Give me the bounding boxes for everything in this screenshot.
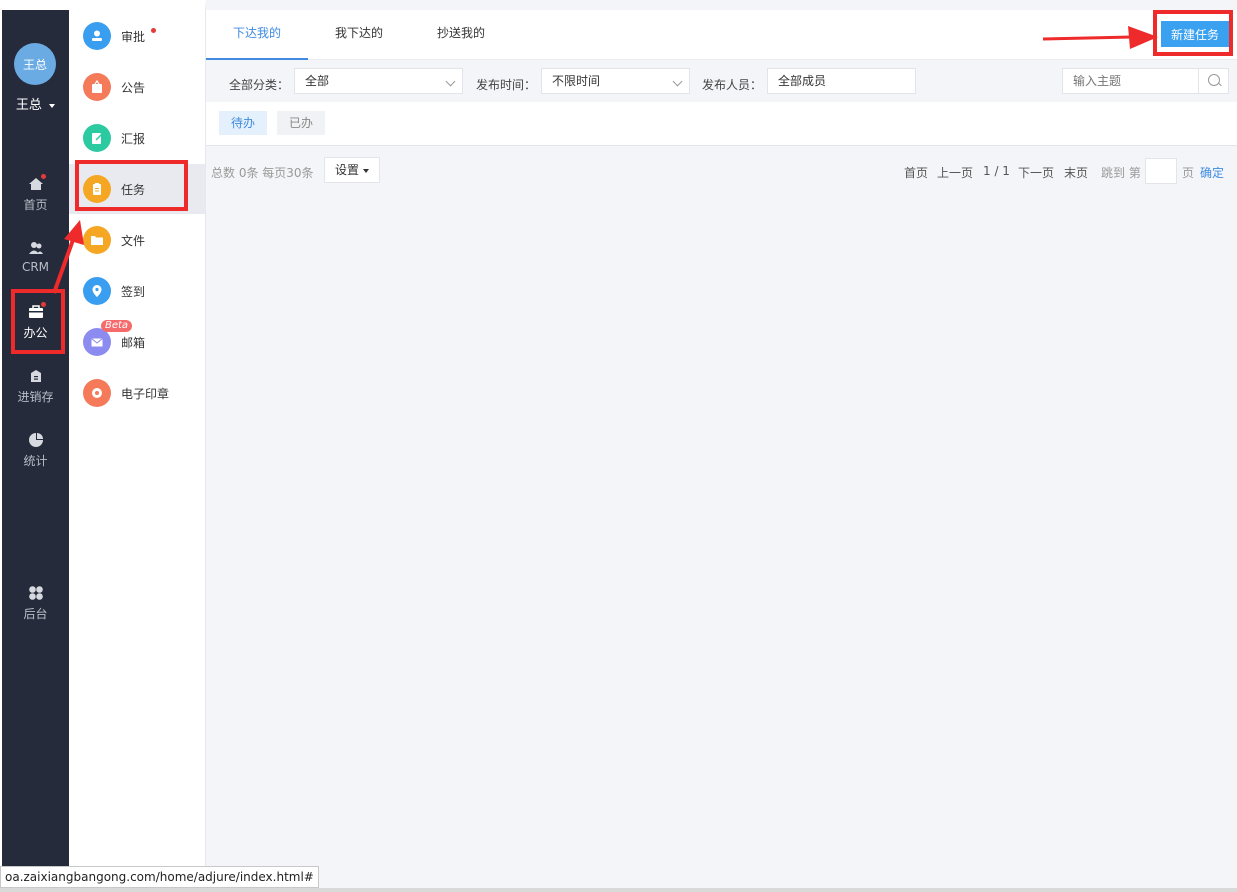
status-tabs: 待办 已办 xyxy=(206,102,1237,146)
rail-label: 后台 xyxy=(23,607,48,621)
rail-item-home[interactable]: 首页 xyxy=(2,174,69,213)
time-value: 不限时间 xyxy=(552,74,601,88)
rail-label: 首页 xyxy=(23,198,48,212)
publisher-label: 发布人员： xyxy=(702,78,763,92)
chevron-down-icon xyxy=(445,76,456,87)
category-select[interactable]: 全部 xyxy=(294,68,463,94)
tab-done[interactable]: 已办 xyxy=(277,111,326,135)
menu-item-mail[interactable]: Beta 邮箱 xyxy=(69,317,205,367)
prev-page-link[interactable]: 上一页 xyxy=(937,164,973,181)
menu-label: 邮箱 xyxy=(121,335,146,350)
menu-label: 审批 xyxy=(121,29,146,44)
rail-label: 进销存 xyxy=(17,390,54,404)
rail-label: 统计 xyxy=(23,454,48,468)
home-icon xyxy=(28,174,46,192)
settings-label: 设置 xyxy=(335,163,360,177)
category-value: 全部 xyxy=(305,74,330,88)
search-input[interactable] xyxy=(1063,69,1199,93)
menu-label: 电子印章 xyxy=(121,386,170,401)
jump-label: 跳到 第 xyxy=(1101,166,1141,180)
first-page-link[interactable]: 首页 xyxy=(904,164,928,181)
approval-icon xyxy=(83,22,111,50)
horizontal-scrollbar[interactable] xyxy=(0,888,1237,892)
seal-icon xyxy=(83,379,111,407)
menu-item-approval[interactable]: 审批 xyxy=(69,11,205,61)
annotation-arrow-right xyxy=(1042,26,1158,49)
highlight-new-task xyxy=(1153,10,1233,56)
user-name: 王总 xyxy=(15,98,42,113)
menu-label: 公告 xyxy=(121,80,146,95)
user-menu[interactable]: 王总 xyxy=(2,94,69,113)
menu-label: 文件 xyxy=(121,233,146,248)
pager: 总数 0条 每页30条 设置 首页 上一页 1 / 1 下一页 末页 跳到 第 … xyxy=(206,154,1237,188)
mail-icon: Beta xyxy=(83,320,133,356)
tab-todo[interactable]: 待办 xyxy=(219,111,268,135)
chevron-down-icon xyxy=(672,76,683,87)
confirm-jump-link[interactable]: 确定 xyxy=(1200,164,1224,181)
pie-chart-icon xyxy=(28,432,44,448)
office-submenu: 审批 公告 汇报 任务 文件 签到 Beta 邮箱 电子印章 xyxy=(69,0,206,892)
app-window: 王总 王总 首页 CRM 办公 进销存 统计 后台 审批 公告 汇报 任务 文件… xyxy=(0,0,1237,892)
rail-item-admin[interactable]: 后台 xyxy=(2,585,69,622)
chevron-down-icon xyxy=(49,103,56,108)
avatar[interactable]: 王总 xyxy=(14,43,56,85)
next-page-link[interactable]: 下一页 xyxy=(1018,164,1054,181)
announcement-icon xyxy=(83,73,111,101)
menu-item-seal[interactable]: 电子印章 xyxy=(69,368,205,418)
page-unit: 页 xyxy=(1182,166,1195,180)
menu-item-report[interactable]: 汇报 xyxy=(69,113,205,163)
filter-bar: 全部分类： 全部 发布时间： 不限时间 发布人员： 全部成员 xyxy=(206,60,1237,102)
category-label: 全部分类： xyxy=(229,78,290,92)
browser-status-url: oa.zaixiangbangong.com/home/adjure/index… xyxy=(0,866,319,888)
tab-cc-to-me[interactable]: 抄送我的 xyxy=(410,10,512,60)
last-page-link[interactable]: 末页 xyxy=(1064,164,1088,181)
beta-badge: Beta xyxy=(101,320,133,332)
record-summary: 总数 0条 每页30条 xyxy=(211,166,314,180)
rail-item-inventory[interactable]: 进销存 xyxy=(2,368,69,405)
menu-item-announcement[interactable]: 公告 xyxy=(69,62,205,112)
page-jump-input[interactable] xyxy=(1145,158,1177,184)
search-icon[interactable] xyxy=(1198,69,1228,93)
publisher-value: 全部成员 xyxy=(778,74,827,88)
report-icon xyxy=(83,124,111,152)
chevron-down-icon xyxy=(363,168,370,173)
page-info: 1 / 1 xyxy=(983,164,1010,178)
grid-icon xyxy=(28,585,44,601)
time-select[interactable]: 不限时间 xyxy=(541,68,690,94)
inventory-icon xyxy=(28,368,44,384)
menu-label: 汇报 xyxy=(121,131,146,146)
settings-button[interactable]: 设置 xyxy=(324,157,381,183)
tab-assigned-to-me[interactable]: 下达我的 xyxy=(206,10,308,60)
rail-item-stats[interactable]: 统计 xyxy=(2,432,69,469)
main-nav-rail: 王总 王总 首页 CRM 办公 进销存 统计 后台 xyxy=(0,0,69,892)
highlight-task xyxy=(75,160,188,211)
annotation-arrow-up xyxy=(52,220,84,294)
time-label: 发布时间： xyxy=(476,78,537,92)
menu-label: 签到 xyxy=(121,284,146,299)
main-content: 下达我的 我下达的 抄送我的 新建任务 全部分类： 全部 发布时间： 不限时间 … xyxy=(206,10,1237,892)
search-box xyxy=(1062,68,1229,94)
publisher-select[interactable]: 全部成员 xyxy=(767,68,916,94)
tab-assigned-by-me[interactable]: 我下达的 xyxy=(308,10,410,60)
